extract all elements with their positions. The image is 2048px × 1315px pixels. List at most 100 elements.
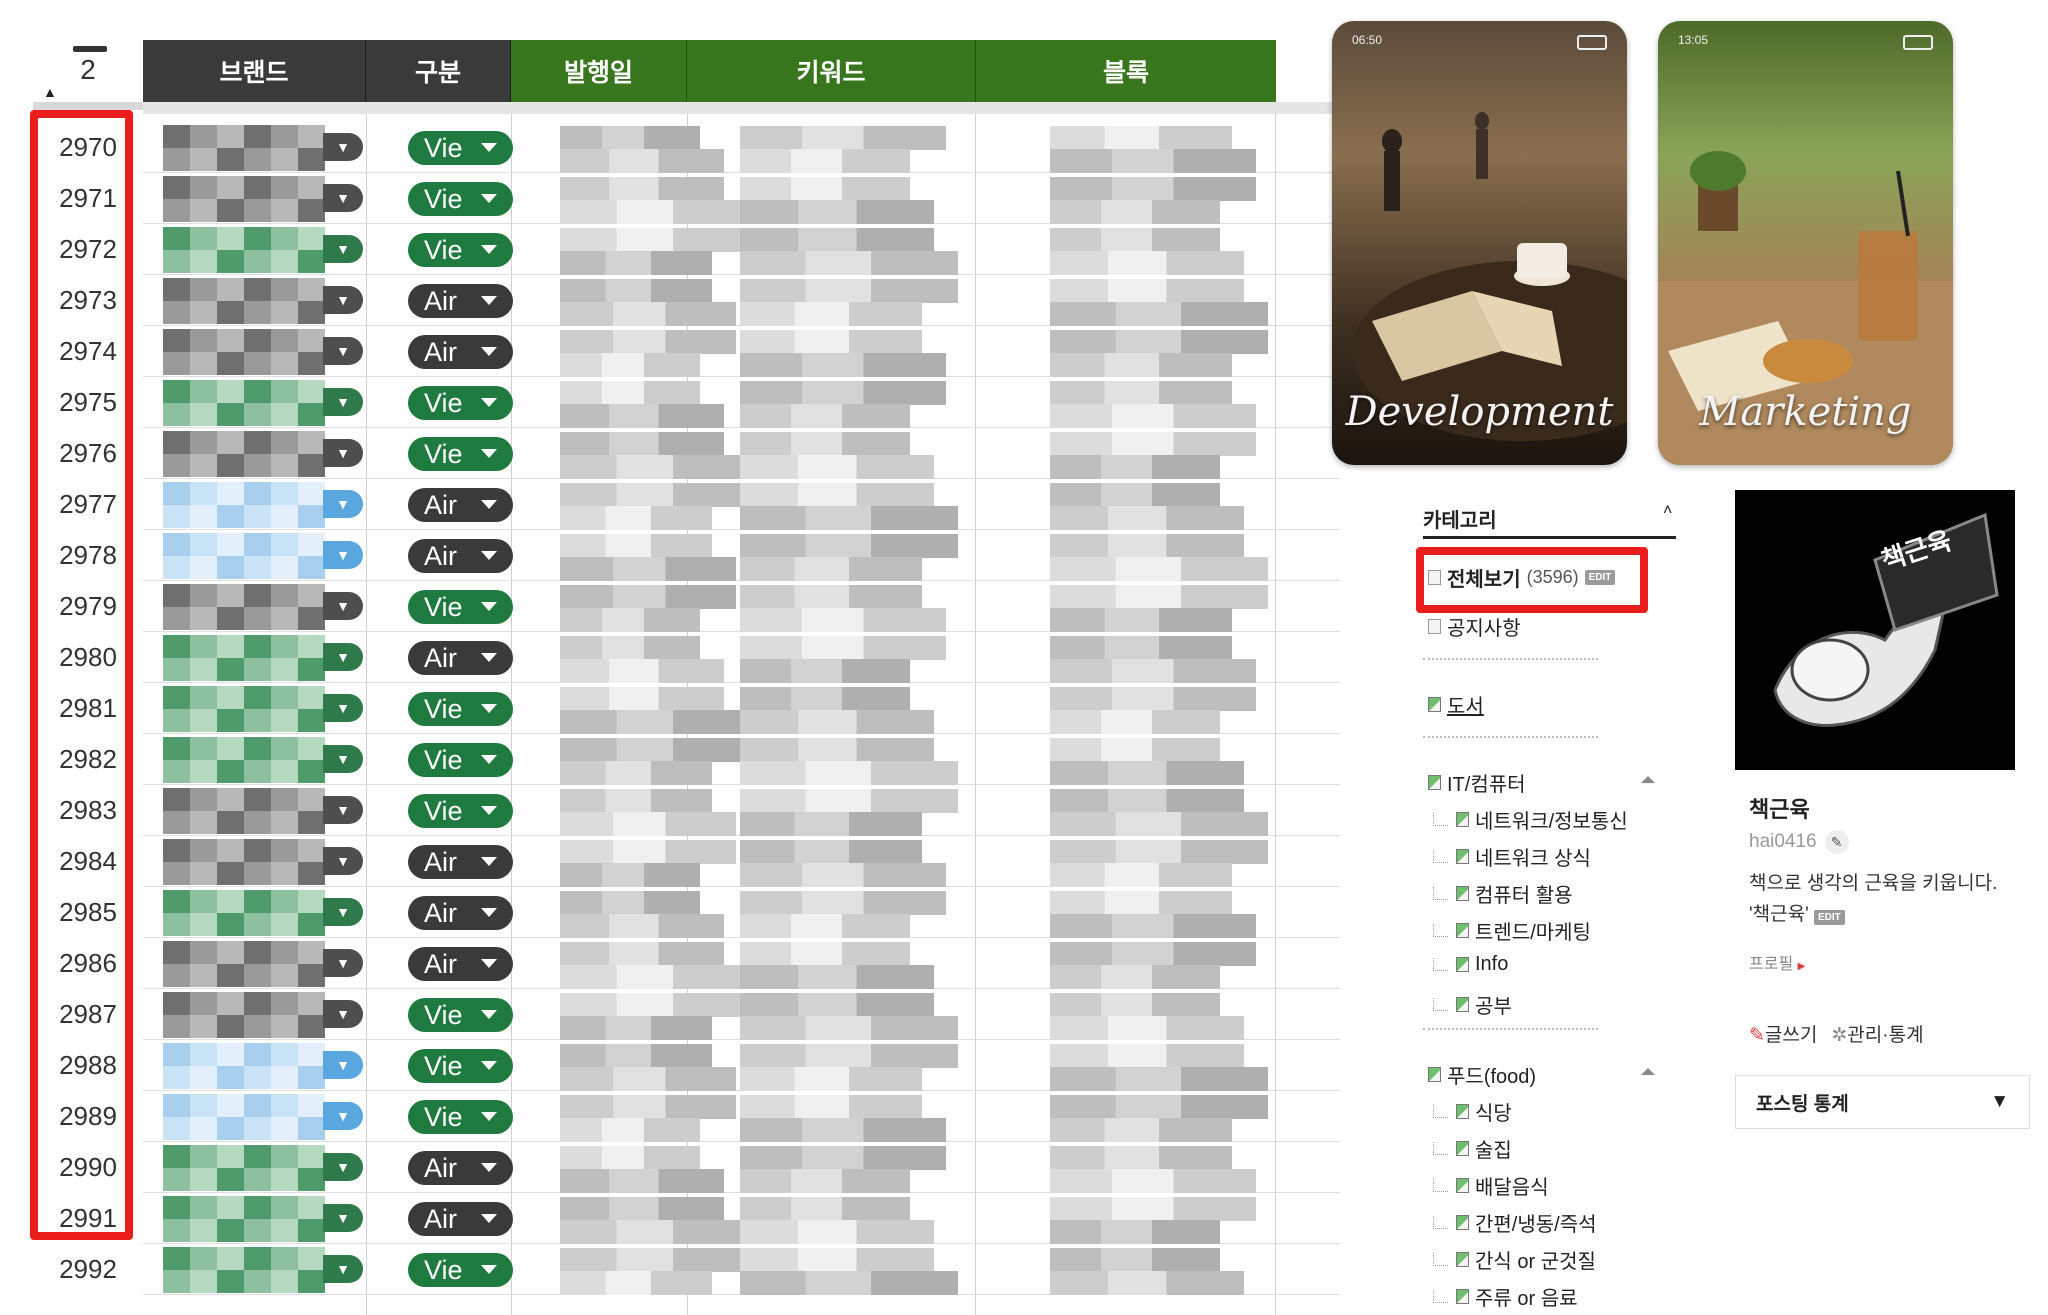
- brand-cell[interactable]: [163, 941, 325, 987]
- write-link[interactable]: ✎글쓰기: [1749, 1020, 1817, 1047]
- collapse-arrow-icon[interactable]: [1641, 1068, 1655, 1075]
- col-header-date[interactable]: 발행일: [511, 40, 687, 102]
- brand-dropdown-icon[interactable]: ▼: [323, 592, 363, 620]
- col-header-keyword[interactable]: 키워드: [687, 40, 976, 102]
- type-dropdown[interactable]: Vie: [408, 794, 513, 828]
- brand-cell[interactable]: [163, 431, 325, 477]
- brand-dropdown-icon[interactable]: ▼: [323, 490, 363, 518]
- brand-dropdown-icon[interactable]: ▼: [323, 1255, 363, 1283]
- brand-dropdown-icon[interactable]: ▼: [323, 1000, 363, 1028]
- brand-cell[interactable]: [163, 788, 325, 834]
- brand-cell[interactable]: [163, 278, 325, 324]
- brand-dropdown-icon[interactable]: ▼: [323, 337, 363, 365]
- type-dropdown[interactable]: Vie: [408, 437, 513, 471]
- brand-dropdown-icon[interactable]: ▼: [323, 286, 363, 314]
- type-dropdown[interactable]: Vie: [408, 692, 513, 726]
- category-food[interactable]: 푸드(food): [1428, 1060, 1536, 1089]
- type-dropdown[interactable]: Air: [408, 488, 513, 522]
- type-dropdown[interactable]: Air: [408, 845, 513, 879]
- col-header-brand[interactable]: 브랜드: [143, 40, 366, 102]
- edit-badge[interactable]: EDIT: [1813, 910, 1845, 925]
- brand-dropdown-icon[interactable]: ▼: [323, 898, 363, 926]
- brand-dropdown-icon[interactable]: ▼: [323, 745, 363, 773]
- category-child[interactable]: 트렌드/마케팅: [1433, 916, 1591, 945]
- avatar[interactable]: 책근육: [1735, 490, 2015, 770]
- type-dropdown[interactable]: Vie: [408, 1049, 513, 1083]
- brand-dropdown-icon[interactable]: ▼: [323, 643, 363, 671]
- brand-cell[interactable]: [163, 1247, 325, 1293]
- brand-cell[interactable]: [163, 482, 325, 528]
- brand-dropdown-icon[interactable]: ▼: [323, 235, 363, 263]
- brand-cell[interactable]: [163, 125, 325, 171]
- brand-cell[interactable]: [163, 890, 325, 936]
- brand-cell[interactable]: [163, 533, 325, 579]
- brand-dropdown-icon[interactable]: ▼: [323, 439, 363, 467]
- category-child[interactable]: 간식 or 군것질: [1433, 1245, 1596, 1274]
- brand-cell[interactable]: [163, 1196, 325, 1242]
- brand-dropdown-icon[interactable]: ▼: [323, 1204, 363, 1232]
- col-header-type[interactable]: 구분: [366, 40, 511, 102]
- type-dropdown[interactable]: Vie: [408, 1100, 513, 1134]
- brand-cell[interactable]: [163, 737, 325, 783]
- category-child[interactable]: 공부: [1433, 990, 1512, 1019]
- category-child[interactable]: 네트워크/정보통신: [1433, 805, 1628, 834]
- col-header-block[interactable]: 블록: [976, 40, 1276, 102]
- freeze-handle[interactable]: 2 ▲: [33, 40, 143, 110]
- category-child[interactable]: 술집: [1433, 1134, 1512, 1163]
- brand-cell[interactable]: [163, 686, 325, 732]
- brand-cell[interactable]: [163, 635, 325, 681]
- brand-cell[interactable]: [163, 380, 325, 426]
- category-toggle-icon[interactable]: ˄: [1663, 502, 1672, 520]
- brand-dropdown-icon[interactable]: ▼: [323, 1102, 363, 1130]
- brand-cell[interactable]: [163, 176, 325, 222]
- cover-development[interactable]: 06:50 Development: [1332, 21, 1627, 465]
- category-books[interactable]: 도서: [1428, 690, 1484, 719]
- brand-cell[interactable]: [163, 1043, 325, 1089]
- pencil-icon[interactable]: ✎: [1824, 830, 1849, 854]
- category-it[interactable]: IT/컴퓨터: [1428, 768, 1526, 797]
- type-dropdown[interactable]: Vie: [408, 743, 513, 777]
- brand-dropdown-icon[interactable]: ▼: [323, 847, 363, 875]
- brand-cell[interactable]: [163, 1094, 325, 1140]
- type-dropdown[interactable]: Vie: [408, 590, 513, 624]
- brand-cell[interactable]: [163, 992, 325, 1038]
- brand-dropdown-icon[interactable]: ▼: [323, 1051, 363, 1079]
- brand-dropdown-icon[interactable]: ▼: [323, 388, 363, 416]
- category-child[interactable]: 간편/냉동/즉석: [1433, 1208, 1597, 1237]
- brand-dropdown-icon[interactable]: ▼: [323, 1153, 363, 1181]
- type-dropdown[interactable]: Vie: [408, 131, 513, 165]
- brand-dropdown-icon[interactable]: ▼: [323, 133, 363, 161]
- brand-dropdown-icon[interactable]: ▼: [323, 694, 363, 722]
- brand-cell[interactable]: [163, 839, 325, 885]
- type-dropdown[interactable]: Air: [408, 947, 513, 981]
- type-dropdown[interactable]: Vie: [408, 182, 513, 216]
- type-dropdown[interactable]: Vie: [408, 998, 513, 1032]
- type-dropdown[interactable]: Air: [408, 641, 513, 675]
- brand-cell[interactable]: [163, 1145, 325, 1191]
- type-dropdown[interactable]: Vie: [408, 233, 513, 267]
- category-child[interactable]: 주류 or 음료: [1433, 1282, 1578, 1311]
- freeze-bar[interactable]: [73, 46, 107, 52]
- category-child[interactable]: 네트워크 상식: [1433, 842, 1591, 871]
- manage-link[interactable]: ✲관리·통계: [1831, 1020, 1923, 1047]
- category-notice[interactable]: 공지사항: [1428, 612, 1521, 641]
- type-dropdown[interactable]: Air: [408, 335, 513, 369]
- brand-cell[interactable]: [163, 584, 325, 630]
- type-dropdown[interactable]: Air: [408, 896, 513, 930]
- type-dropdown[interactable]: Vie: [408, 386, 513, 420]
- type-dropdown[interactable]: Air: [408, 1151, 513, 1185]
- row-number[interactable]: 2992: [33, 1244, 143, 1294]
- brand-cell[interactable]: [163, 329, 325, 375]
- type-dropdown[interactable]: Air: [408, 539, 513, 573]
- category-child[interactable]: Info: [1433, 953, 1508, 976]
- type-dropdown[interactable]: Vie: [408, 1253, 513, 1287]
- posting-stats-dropdown[interactable]: 포스팅 통계 ▼: [1735, 1075, 2030, 1129]
- brand-dropdown-icon[interactable]: ▼: [323, 541, 363, 569]
- profile-link[interactable]: 프로필 ▶: [1749, 950, 1805, 974]
- brand-cell[interactable]: [163, 227, 325, 273]
- brand-dropdown-icon[interactable]: ▼: [323, 184, 363, 212]
- category-child[interactable]: 배달음식: [1433, 1171, 1549, 1200]
- category-child[interactable]: 식당: [1433, 1097, 1512, 1126]
- select-all-triangle-icon[interactable]: ▲: [43, 84, 57, 100]
- brand-dropdown-icon[interactable]: ▼: [323, 796, 363, 824]
